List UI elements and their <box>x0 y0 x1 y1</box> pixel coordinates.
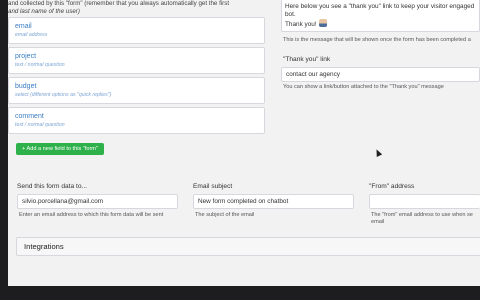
thank-you-link-help: You can show a link/button attached to t… <box>283 84 444 90</box>
avatar-emoji-icon <box>318 19 327 27</box>
thank-you-line-1: Here below you see a "thank you" link to… <box>285 3 475 10</box>
field-card-email[interactable]: email email address <box>8 17 265 44</box>
thank-you-message-textarea[interactable]: Here below you see a "thank you" link to… <box>281 0 480 32</box>
from-address-label: "From" address <box>369 183 415 190</box>
intro-line-1: and collected by this "form" (remember t… <box>8 0 230 7</box>
thank-you-link-input[interactable]: contact our agency <box>281 67 480 82</box>
field-name: comment <box>15 113 44 120</box>
field-type: text / normal question <box>15 62 65 68</box>
integrations-section-toggle[interactable]: Integrations <box>16 237 480 256</box>
thank-you-link-label: "Thank you" link <box>283 56 331 63</box>
thank-you-help: This is the message that will be shown o… <box>283 37 471 43</box>
thank-you-line-3: Thank you! <box>285 21 317 28</box>
field-type: select (different options as "quick repl… <box>15 92 112 98</box>
send-to-input[interactable]: silvio.porcellana@gmail.com <box>17 194 178 209</box>
intro-text: and collected by this "form" (remember t… <box>8 0 270 16</box>
intro-line-2: and last name of the user) <box>8 8 80 15</box>
send-to-help: Enter an email address to which this for… <box>19 212 164 218</box>
field-type: email address <box>15 32 48 38</box>
form-fields-list: email email address project text / norma… <box>8 17 265 137</box>
add-field-button[interactable]: + Add a new field to this "form" <box>16 143 104 155</box>
email-subject-input[interactable]: New form completed on chatbot <box>193 194 354 209</box>
from-address-help-1: The "from" email address to use when se <box>371 212 473 218</box>
field-card-budget[interactable]: budget select (different options as "qui… <box>8 77 265 104</box>
thank-you-line-3-wrap: Thank you! <box>285 19 476 29</box>
email-subject-label: Email subject <box>193 183 233 190</box>
thank-you-line-2: bot. <box>285 11 296 18</box>
field-name: budget <box>15 83 37 90</box>
email-subject-help: The subject of the email <box>195 212 255 218</box>
from-address-input[interactable] <box>369 194 480 209</box>
send-to-label: Send this form data to... <box>17 183 88 190</box>
integrations-label: Integrations <box>24 242 64 251</box>
field-name: email <box>15 23 32 30</box>
from-address-help-2: email <box>371 219 385 225</box>
field-type: text / normal question <box>15 122 65 128</box>
field-card-project[interactable]: project text / normal question <box>8 47 265 74</box>
field-name: project <box>15 53 37 60</box>
field-card-comment[interactable]: comment text / normal question <box>8 107 265 134</box>
